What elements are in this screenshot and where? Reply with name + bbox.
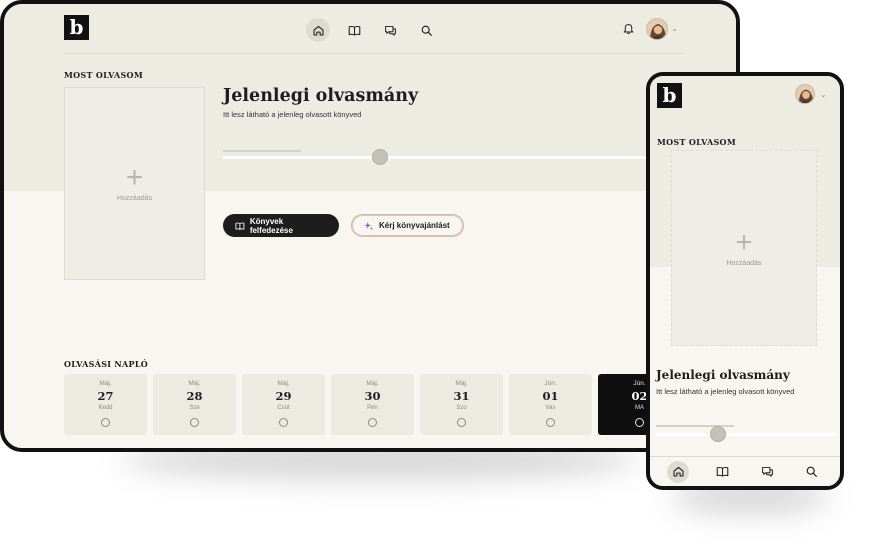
day-weekday: Kedd xyxy=(98,405,113,411)
day-month: Máj. xyxy=(366,380,379,387)
current-reading-title: Jelenlegi olvasmány xyxy=(223,86,419,106)
current-reading-title: Jelenlegi olvasmány xyxy=(656,368,790,382)
day-number: 31 xyxy=(453,389,470,403)
ask-recommendation-label: Kérj könyvajánlást xyxy=(379,221,450,230)
day-check-circle[interactable] xyxy=(457,418,466,427)
nav-search-button[interactable] xyxy=(801,461,823,483)
day-weekday: Csüt xyxy=(277,405,290,411)
day-number: 27 xyxy=(97,389,114,403)
day-check-circle[interactable] xyxy=(279,418,288,427)
day-check-circle[interactable] xyxy=(101,418,110,427)
day-tile[interactable]: Máj. 31 Szo xyxy=(420,374,503,435)
day-check-circle[interactable] xyxy=(635,418,644,427)
search-icon xyxy=(806,466,818,477)
day-tile[interactable]: Jún. 01 Vas xyxy=(509,374,592,435)
day-tile[interactable]: Máj. 29 Csüt xyxy=(242,374,325,435)
chevron-down-icon[interactable]: ⌄ xyxy=(671,24,678,33)
bottom-navigation xyxy=(650,456,840,486)
current-reading-subtitle: Itt lesz látható a jelenleg olvasott kön… xyxy=(223,110,362,119)
now-reading-heading: MOST OLVASOM xyxy=(657,137,736,147)
day-number: 30 xyxy=(364,389,381,403)
day-tile[interactable]: Máj. 30 Pén xyxy=(331,374,414,435)
home-icon xyxy=(313,25,323,35)
day-tile[interactable]: Máj. 28 Sze xyxy=(153,374,236,435)
book-icon xyxy=(348,25,360,35)
day-check-circle[interactable] xyxy=(546,418,555,427)
nav-home-button[interactable] xyxy=(306,18,330,42)
day-number: 29 xyxy=(275,389,292,403)
day-weekday: Vas xyxy=(545,405,556,411)
discover-books-button[interactable]: Könyvek felfedezése xyxy=(223,214,339,237)
progress-track xyxy=(656,433,836,436)
nav-library-button[interactable] xyxy=(342,18,366,42)
nav-community-button[interactable] xyxy=(378,18,402,42)
sparkle-icon xyxy=(364,221,374,230)
nav-search-button[interactable] xyxy=(414,18,438,42)
plus-icon: + xyxy=(125,161,144,194)
nav-community-button[interactable] xyxy=(756,461,778,483)
day-weekday: Pén xyxy=(367,405,378,411)
day-check-circle[interactable] xyxy=(190,418,199,427)
book-icon xyxy=(235,222,245,230)
now-reading-heading: MOST OLVASOM xyxy=(64,70,143,80)
bell-icon xyxy=(623,24,634,35)
book-icon xyxy=(716,466,729,477)
main-nav xyxy=(306,18,438,42)
search-icon xyxy=(421,25,432,36)
phone-device: b ⌄ MOST OLVASOM + Hozzáadás Jelenlegi o… xyxy=(646,72,844,490)
day-month: Máj. xyxy=(188,380,201,387)
day-number: 28 xyxy=(186,389,203,403)
current-reading-subtitle: Itt lesz látható a jelenleg olvasott kön… xyxy=(656,387,795,396)
day-weekday: Sze xyxy=(189,405,200,411)
avatar-portrait xyxy=(647,19,667,39)
top-navigation: b ⌄ xyxy=(64,4,684,54)
reading-log-heading: OLVASÁSI NAPLÓ xyxy=(64,359,149,369)
day-month: Máj. xyxy=(277,380,290,387)
day-month: Jún. xyxy=(544,380,557,387)
progress-slider-handle[interactable] xyxy=(710,426,726,442)
add-book-slot[interactable]: + Hozzáadás xyxy=(671,150,817,346)
add-book-label: Hozzáadás xyxy=(116,195,153,202)
chevron-down-icon[interactable]: ⌄ xyxy=(820,90,827,99)
user-avatar[interactable] xyxy=(646,18,668,40)
day-number: 01 xyxy=(542,389,559,403)
reading-log-days: Máj. 27 Kedd Máj. 28 Sze Máj. 29 Csüt Má… xyxy=(64,374,681,435)
nav-library-button[interactable] xyxy=(712,461,734,483)
add-book-slot[interactable]: + Hozzáadás xyxy=(64,87,205,280)
day-check-circle[interactable] xyxy=(368,418,377,427)
discover-books-label: Könyvek felfedezése xyxy=(249,216,293,235)
day-weekday: Szo xyxy=(456,405,467,411)
user-avatar[interactable] xyxy=(795,84,815,104)
progress-indicator xyxy=(223,150,301,152)
day-month: Máj. xyxy=(99,380,112,387)
day-tile[interactable]: Máj. 27 Kedd xyxy=(64,374,147,435)
day-month: Máj. xyxy=(455,380,468,387)
chat-icon xyxy=(384,25,396,36)
plus-icon: + xyxy=(735,225,753,259)
add-book-label: Hozzáadás xyxy=(726,259,762,267)
nav-home-button[interactable] xyxy=(667,460,690,483)
app-logo[interactable]: b xyxy=(64,15,89,40)
app-logo[interactable]: b xyxy=(657,83,682,108)
chat-icon xyxy=(761,466,773,477)
ask-recommendation-button[interactable]: Kérj könyvajánlást xyxy=(351,214,464,237)
notifications-button[interactable] xyxy=(622,22,636,36)
progress-slider-handle[interactable] xyxy=(372,149,388,165)
tablet-device: b ⌄ MOST OLVASOM + Hozzáadás Jelenlegi o… xyxy=(0,0,740,452)
home-icon xyxy=(673,466,684,477)
